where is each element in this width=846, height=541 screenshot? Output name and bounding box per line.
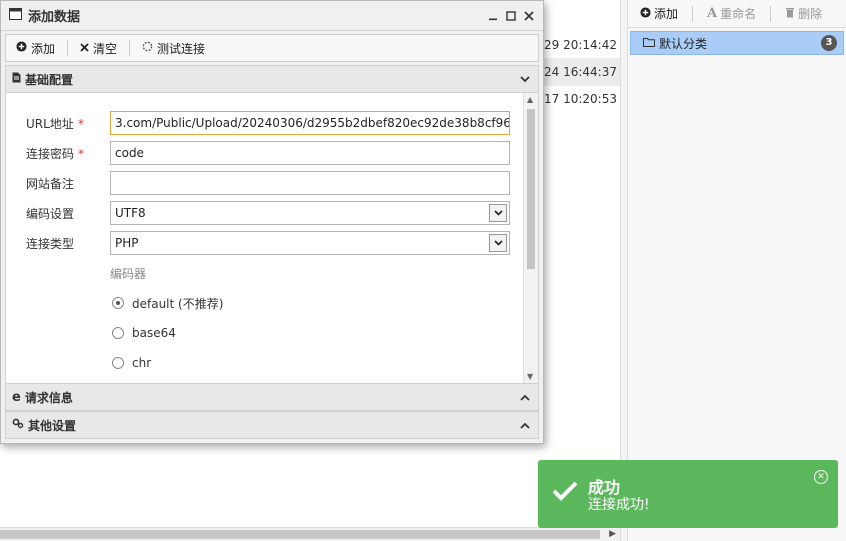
password-row: 连接密码 * code bbox=[6, 141, 526, 165]
section-request-info[interactable]: e 请求信息 bbox=[5, 383, 539, 411]
category-toolbar: 添加 A 重命名 删除 bbox=[628, 0, 846, 28]
clear-button[interactable]: 清空 bbox=[80, 40, 117, 57]
scroll-right-icon[interactable]: ▶ bbox=[609, 529, 616, 539]
close-icon[interactable] bbox=[523, 9, 535, 23]
note-input[interactable] bbox=[110, 171, 510, 195]
horizontal-scrollbar[interactable]: ▶ bbox=[0, 527, 620, 541]
encoder-option-base64[interactable]: base64 bbox=[112, 324, 176, 342]
encoding-value: UTF8 bbox=[115, 206, 146, 220]
encoder-option-chr[interactable]: chr bbox=[112, 354, 151, 372]
section-title: 其他设置 bbox=[28, 418, 77, 433]
list-row-time[interactable]: 24 16:44:37 bbox=[540, 58, 620, 86]
category-label: 默认分类 bbox=[659, 36, 708, 51]
delete-category-button[interactable]: 删除 bbox=[785, 5, 822, 22]
section-basic-config[interactable]: 基础配置 bbox=[5, 65, 539, 93]
radio-unchecked-icon[interactable] bbox=[112, 327, 124, 339]
trash-icon bbox=[785, 7, 795, 21]
ie-icon: e bbox=[12, 389, 21, 405]
toolbar-divider bbox=[692, 5, 694, 22]
encoder-option-label: base64 bbox=[132, 326, 176, 340]
add-category-label: 添加 bbox=[654, 7, 679, 21]
basic-config-form: URL地址 * 3.com/Public/Upload/20240306/d295… bbox=[5, 93, 539, 383]
check-icon bbox=[552, 480, 578, 505]
clear-label: 清空 bbox=[93, 41, 118, 56]
dialog-title: 添加数据 bbox=[28, 10, 81, 25]
minimize-icon[interactable] bbox=[487, 9, 499, 23]
delete-category-label: 删除 bbox=[798, 7, 823, 21]
spinner-icon bbox=[142, 41, 153, 55]
window-icon bbox=[9, 8, 22, 23]
encoder-group-label: 编码器 bbox=[110, 267, 147, 281]
encoder-option-label: chr bbox=[132, 356, 152, 370]
list-row-time[interactable]: 29 20:14:42 bbox=[540, 31, 620, 59]
connection-type-select[interactable]: PHP bbox=[110, 231, 510, 255]
encoding-row: 编码设置 UTF8 bbox=[6, 201, 526, 225]
category-count-badge: 3 bbox=[821, 35, 837, 51]
dialog-titlebar[interactable]: 添加数据 bbox=[1, 1, 543, 31]
note-row: 网站备注 bbox=[6, 171, 526, 195]
test-connection-button[interactable]: 测试连接 bbox=[142, 40, 205, 57]
chevron-down-icon[interactable] bbox=[489, 234, 507, 252]
section-title: 基础配置 bbox=[25, 72, 74, 87]
font-icon: A bbox=[707, 6, 718, 21]
test-connection-label: 测试连接 bbox=[157, 41, 206, 56]
add-label: 添加 bbox=[31, 41, 56, 56]
scroll-up-icon[interactable]: ▲ bbox=[527, 95, 533, 104]
password-label: 连接密码 * bbox=[26, 147, 85, 161]
encoding-label: 编码设置 bbox=[26, 207, 75, 221]
rename-category-button[interactable]: A 重命名 bbox=[707, 5, 756, 22]
url-label: URL地址 * bbox=[26, 117, 84, 131]
chevron-down-icon[interactable] bbox=[489, 204, 507, 222]
category-item-default[interactable]: 默认分类 3 bbox=[630, 31, 844, 55]
url-row: URL地址 * 3.com/Public/Upload/20240306/d295… bbox=[6, 111, 526, 135]
radio-checked-icon[interactable] bbox=[112, 297, 124, 309]
radio-unchecked-icon[interactable] bbox=[112, 357, 124, 369]
scrollbar-thumb[interactable] bbox=[527, 109, 535, 269]
dialog-toolbar: 添加 清空 测试连接 bbox=[5, 34, 539, 62]
chevron-up-icon[interactable] bbox=[520, 419, 530, 432]
add-button[interactable]: 添加 bbox=[16, 40, 55, 57]
url-input[interactable]: 3.com/Public/Upload/20240306/d2955b2dbef… bbox=[110, 111, 510, 135]
connection-type-row: 连接类型 PHP bbox=[6, 231, 526, 255]
success-toast: 成功 连接成功! ✕ bbox=[538, 460, 838, 528]
password-input[interactable]: code bbox=[110, 141, 510, 165]
scroll-down-icon[interactable]: ▼ bbox=[527, 372, 533, 381]
plus-circle-icon bbox=[16, 41, 27, 55]
plus-circle-icon bbox=[640, 6, 651, 21]
section-title: 请求信息 bbox=[24, 390, 73, 405]
x-icon bbox=[80, 41, 89, 55]
form-vertical-scrollbar[interactable]: ▲ ▼ bbox=[523, 93, 538, 383]
section-other-settings[interactable]: 其他设置 bbox=[5, 411, 539, 439]
encoder-option-label: default (不推荐) bbox=[132, 296, 224, 311]
required-marker: * bbox=[77, 117, 84, 131]
rename-category-label: 重命名 bbox=[720, 7, 757, 21]
gears-icon bbox=[12, 418, 24, 432]
connection-type-label: 连接类型 bbox=[26, 237, 75, 251]
maximize-icon[interactable] bbox=[505, 9, 517, 23]
connection-type-value: PHP bbox=[115, 236, 139, 250]
toolbar-divider bbox=[770, 5, 772, 22]
toolbar-divider bbox=[129, 40, 131, 56]
required-marker: * bbox=[78, 147, 85, 161]
scrollbar-thumb[interactable] bbox=[0, 530, 600, 539]
close-icon[interactable]: ✕ bbox=[814, 470, 828, 484]
file-icon bbox=[12, 72, 21, 86]
list-row-time[interactable]: 17 10:20:53 bbox=[540, 85, 620, 113]
add-data-dialog: 添加数据 添加 清空 测试连接 基础配置 URL地址 * 3.com/Publi… bbox=[0, 0, 544, 444]
folder-icon bbox=[643, 36, 655, 50]
toolbar-divider bbox=[67, 40, 69, 56]
note-label: 网站备注 bbox=[26, 177, 75, 191]
toast-message: 连接成功! bbox=[588, 497, 650, 513]
encoding-select[interactable]: UTF8 bbox=[110, 201, 510, 225]
chevron-up-icon[interactable] bbox=[520, 391, 530, 404]
encoder-option-default[interactable]: default (不推荐) bbox=[112, 294, 223, 312]
chevron-down-icon[interactable] bbox=[520, 73, 530, 86]
add-category-button[interactable]: 添加 bbox=[640, 5, 678, 22]
